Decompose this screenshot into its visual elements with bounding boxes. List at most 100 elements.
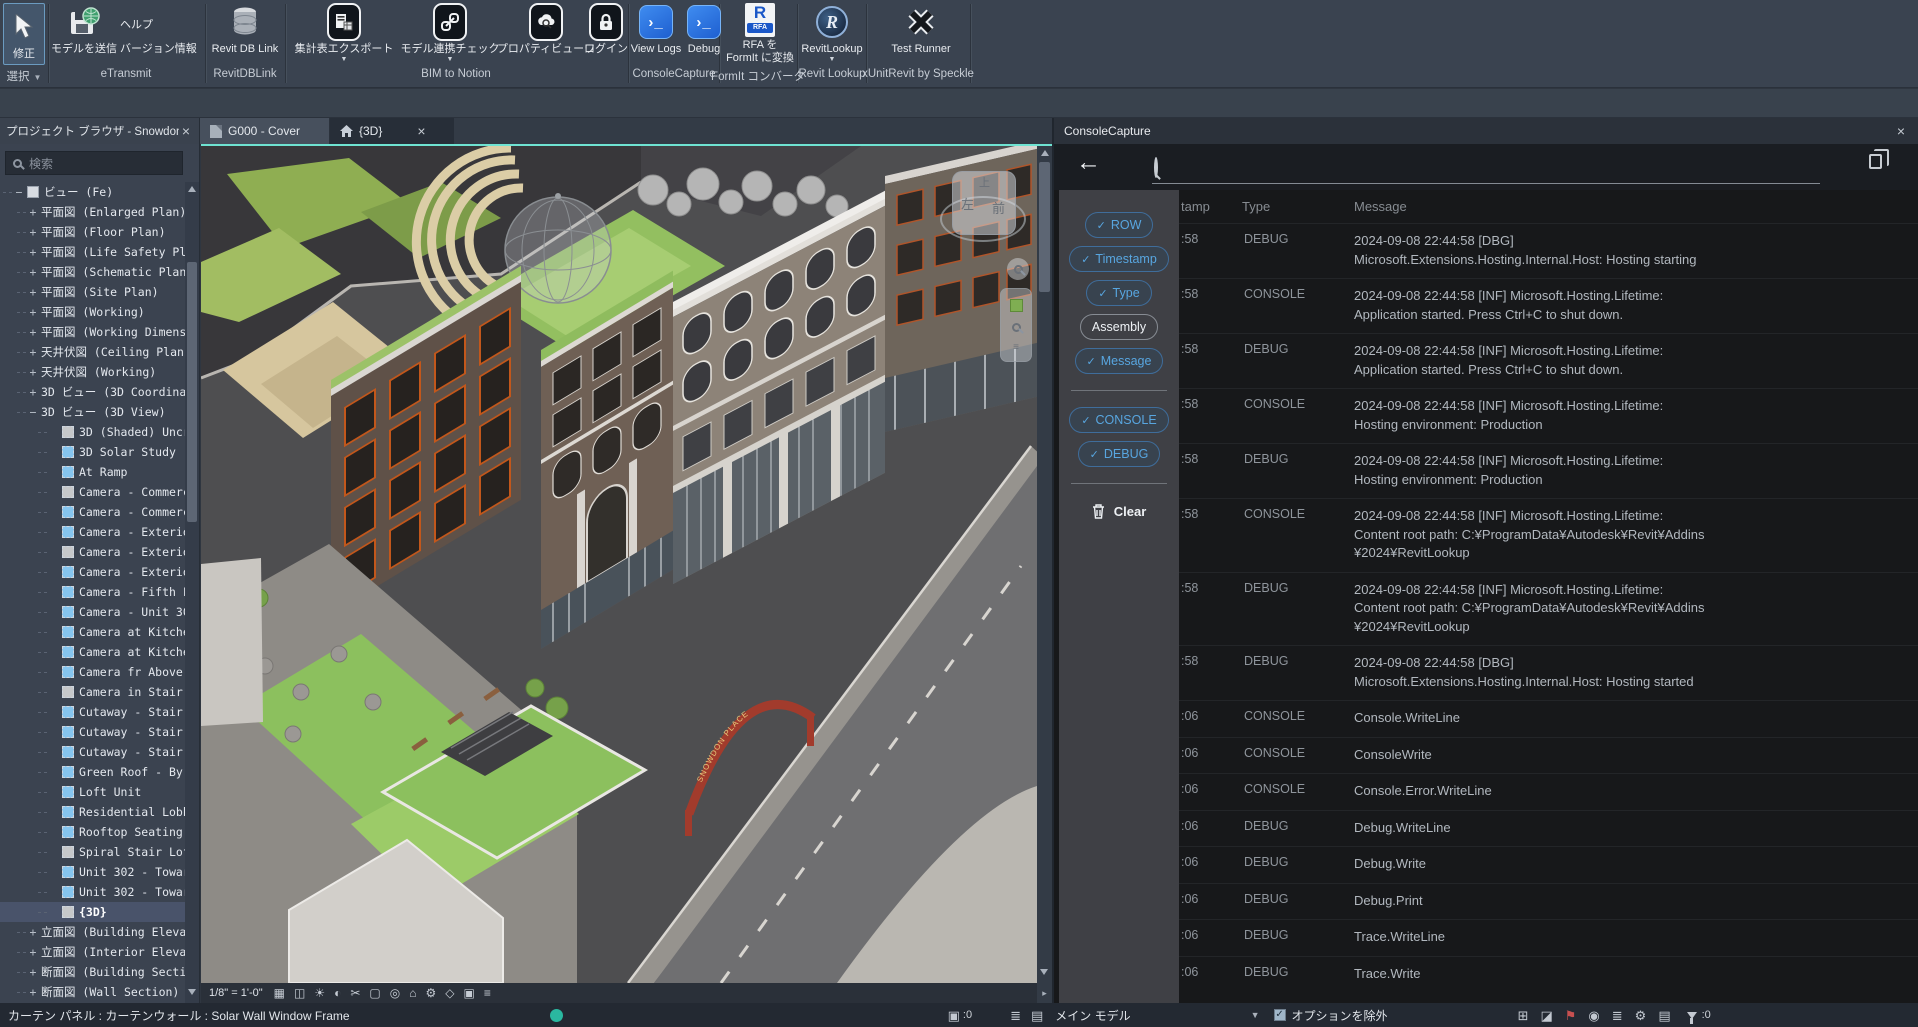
help-button[interactable]: ヘルプ xyxy=(120,16,153,32)
revitlookup-button[interactable]: R RevitLookup ▼ xyxy=(800,3,864,65)
displacement-icon[interactable]: ▣ xyxy=(463,987,474,999)
tree-item[interactable]: Camera - Commercia xyxy=(0,502,185,522)
navigation-bar[interactable]: ≡ xyxy=(1000,288,1032,362)
property-viewer-button[interactable]: プロパティビューワ xyxy=(502,3,590,65)
level-filter-pill[interactable]: ✓ DEBUG xyxy=(1078,441,1161,467)
more-icon[interactable]: ≡ xyxy=(484,987,491,999)
underlay-icon[interactable]: ◪ xyxy=(1540,1009,1552,1022)
tree-item[interactable]: Camera - Unit 304 xyxy=(0,602,185,622)
console-search-input[interactable] xyxy=(1152,183,1820,184)
tree-expander[interactable]: + xyxy=(28,985,38,999)
tree-item[interactable]: Camera at Kitchen xyxy=(0,642,185,662)
worksharing-icon[interactable] xyxy=(550,1009,563,1022)
schedule-export-button[interactable]: 集計表エクスポート ▼ xyxy=(292,3,396,65)
log-row[interactable]: :58 CONSOLE 2024-09-08 22:44:58 [INF] Mi… xyxy=(1179,498,1918,572)
close-icon[interactable]: × xyxy=(414,124,428,138)
tree-item[interactable]: Cutaway - Stair 2 xyxy=(0,722,185,742)
copy-icon[interactable] xyxy=(1869,154,1882,169)
log-row[interactable]: :06 DEBUG Debug.Write xyxy=(1179,846,1918,883)
tree-expander[interactable]: − xyxy=(14,185,24,199)
tree-item[interactable]: Camera - Exterior xyxy=(0,542,185,562)
tree-expander[interactable]: + xyxy=(28,365,38,379)
editable-only-icon[interactable]: ▣ xyxy=(948,1009,960,1022)
tree-item[interactable]: Camera - Fifth Flo xyxy=(0,582,185,602)
clear-button[interactable]: Clear xyxy=(1059,504,1179,519)
tree-expander[interactable]: + xyxy=(28,385,38,399)
tree-item[interactable]: + 3D ビュー (3D Coordinati xyxy=(0,382,185,402)
viewport-3d[interactable]: SNOWDON PLACE 上 左 前 ≡ 1/8" = 1'-0" xyxy=(201,144,1052,1003)
group-label-select[interactable]: 選択▼ xyxy=(7,68,42,84)
visual-style-icon[interactable]: ◫ xyxy=(294,987,305,999)
view-properties-icon[interactable]: ◇ xyxy=(445,987,454,999)
render-icon[interactable]: ◎ xyxy=(390,987,400,999)
back-arrow-icon[interactable]: ← xyxy=(1076,148,1101,177)
settings-icon[interactable]: ⚙ xyxy=(1635,1009,1647,1022)
tree-item[interactable]: 3D Solar Study xyxy=(0,442,185,462)
tree-item[interactable]: + 平面図 (Schematic Plan) xyxy=(0,262,185,282)
tree-item[interactable]: + 平面図 (Enlarged Plan) xyxy=(0,202,185,222)
show-crop-icon[interactable]: ▢ xyxy=(369,987,380,999)
filter-icon[interactable] xyxy=(1687,1012,1697,1019)
reveal-hidden-icon[interactable]: ⚙ xyxy=(425,987,436,999)
scale-button[interactable]: 1/8" = 1'-0" xyxy=(209,987,263,999)
scrollbar-thumb[interactable] xyxy=(187,262,197,522)
tree-item[interactable]: Camera - Commercia xyxy=(0,482,185,502)
tree-item[interactable]: + 平面図 (Working) xyxy=(0,302,185,322)
viewport-scrollbar[interactable] xyxy=(1037,146,1052,983)
tree-item[interactable]: Green Roof - By St xyxy=(0,762,185,782)
send-model-button[interactable]: モデルを送信 xyxy=(52,3,116,65)
snaps-icon[interactable]: ≣ xyxy=(1612,1009,1623,1022)
tree-item[interactable]: Residential Lobby xyxy=(0,802,185,822)
tree-item[interactable]: + 立面図 (Interior Elevati xyxy=(0,942,185,962)
filter-pill[interactable]: ✓ Timestamp xyxy=(1069,246,1169,272)
tree-expander[interactable]: + xyxy=(28,265,38,279)
log-row[interactable]: :06 DEBUG Trace.WriteLine xyxy=(1179,919,1918,956)
tree-item[interactable]: + 平面図 (Site Plan) xyxy=(0,282,185,302)
tree-item[interactable]: + 天井伏図 (Working) xyxy=(0,362,185,382)
tree-item[interactable]: Camera in Stair 3 xyxy=(0,682,185,702)
log-row[interactable]: :58 DEBUG 2024-09-08 22:44:58 [DBG] Micr… xyxy=(1179,223,1918,278)
project-browser-header[interactable]: プロジェクト ブラウザ - Snowdon To... × xyxy=(0,118,200,144)
tree-item[interactable]: Unit 302 - Toward xyxy=(0,882,185,902)
exclude-options-checkbox[interactable]: ✓ xyxy=(1274,1009,1286,1021)
tree-expander[interactable]: + xyxy=(28,285,38,299)
tree-item[interactable]: Camera - Exterior xyxy=(0,562,185,582)
shadows-icon[interactable]: ◐ xyxy=(334,987,341,999)
filter-pill[interactable]: ✓ Assembly xyxy=(1080,314,1158,340)
tree-item[interactable]: Camera - Exterior xyxy=(0,522,185,542)
level-filter-pill[interactable]: ✓ CONSOLE xyxy=(1069,407,1168,433)
tree-item[interactable]: Rooftop Seating Lo xyxy=(0,822,185,842)
chevron-down-icon[interactable]: ▼ xyxy=(1251,1010,1260,1020)
scrollbar-thumb[interactable] xyxy=(1039,162,1050,292)
tab-3d-view[interactable]: {3D} × xyxy=(330,118,454,144)
tree-item[interactable]: Cutaway - Stair 1 xyxy=(0,702,185,722)
tree-item[interactable]: At Ramp xyxy=(0,462,185,482)
filter-pill[interactable]: ✓ Type xyxy=(1086,280,1151,306)
tree-item[interactable]: − ビュー (Fe) xyxy=(0,182,185,202)
revit-db-link-button[interactable]: Revit DB Link xyxy=(208,3,282,65)
tree-expander[interactable]: + xyxy=(28,325,38,339)
tree-expander[interactable]: + xyxy=(28,925,38,939)
tree-expander[interactable]: + xyxy=(28,345,38,359)
tree-expander[interactable]: − xyxy=(28,405,38,419)
tree-item[interactable]: Cutaway - Stair 3 xyxy=(0,742,185,762)
log-row[interactable]: :06 CONSOLE ConsoleWrite xyxy=(1179,737,1918,774)
worksets-icon[interactable]: ≣ xyxy=(1010,1009,1021,1022)
login-button[interactable]: ログイン xyxy=(584,3,628,65)
filter-pill[interactable]: ✓ ROW xyxy=(1085,212,1154,238)
viewport-scroll-corner[interactable]: ▸ xyxy=(1037,983,1052,1003)
log-row[interactable]: :06 CONSOLE Console.WriteLine xyxy=(1179,700,1918,737)
rfa-to-formit-button[interactable]: RRFA RFA をFormIt に変換 xyxy=(724,3,796,65)
select-link-icon[interactable]: ⊞ xyxy=(1518,1009,1529,1022)
tree-item[interactable]: + 平面図 (Floor Plan) xyxy=(0,222,185,242)
tree-expander[interactable]: + xyxy=(28,205,38,219)
tree-item[interactable]: + 平面図 (Working Dimensi xyxy=(0,322,185,342)
close-icon[interactable]: × xyxy=(1894,124,1908,138)
tree-item[interactable]: Loft Unit xyxy=(0,782,185,802)
tree-item[interactable]: + 立面図 (Building Elevati xyxy=(0,922,185,942)
menu-icon[interactable]: ≡ xyxy=(1013,343,1019,352)
modify-button[interactable]: 修正 xyxy=(3,3,45,65)
sun-path-icon[interactable]: ☀ xyxy=(314,987,325,999)
log-row[interactable]: :06 CONSOLE Console.Error.WriteLine xyxy=(1179,773,1918,810)
log-row[interactable]: :06 DEBUG Debug.WriteLine xyxy=(1179,810,1918,847)
